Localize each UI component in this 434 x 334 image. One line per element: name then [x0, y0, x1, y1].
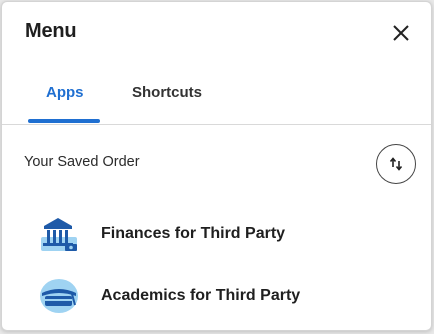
app-label-academics: Academics for Third Party — [101, 287, 301, 304]
app-label-finances: Finances for Third Party — [101, 225, 286, 242]
tab-shortcuts[interactable]: Shortcuts — [132, 84, 202, 101]
menu-panel: Menu Apps Shortcuts Your Saved Order Fin… — [1, 1, 432, 331]
graduation-cap-icon — [38, 276, 80, 316]
sort-arrows-icon — [389, 157, 403, 171]
tab-bar: Apps Shortcuts — [2, 74, 431, 125]
active-tab-indicator — [28, 119, 100, 123]
tab-apps[interactable]: Apps — [46, 84, 84, 101]
bank-icon — [38, 214, 80, 254]
saved-order-label: Your Saved Order — [24, 154, 140, 170]
menu-title: Menu — [25, 20, 77, 42]
close-icon — [393, 25, 409, 41]
sort-button[interactable] — [376, 144, 416, 184]
app-item-academics[interactable]: Academics for Third Party — [38, 276, 408, 316]
app-item-finances[interactable]: Finances for Third Party — [38, 214, 408, 254]
close-button[interactable] — [388, 20, 414, 46]
